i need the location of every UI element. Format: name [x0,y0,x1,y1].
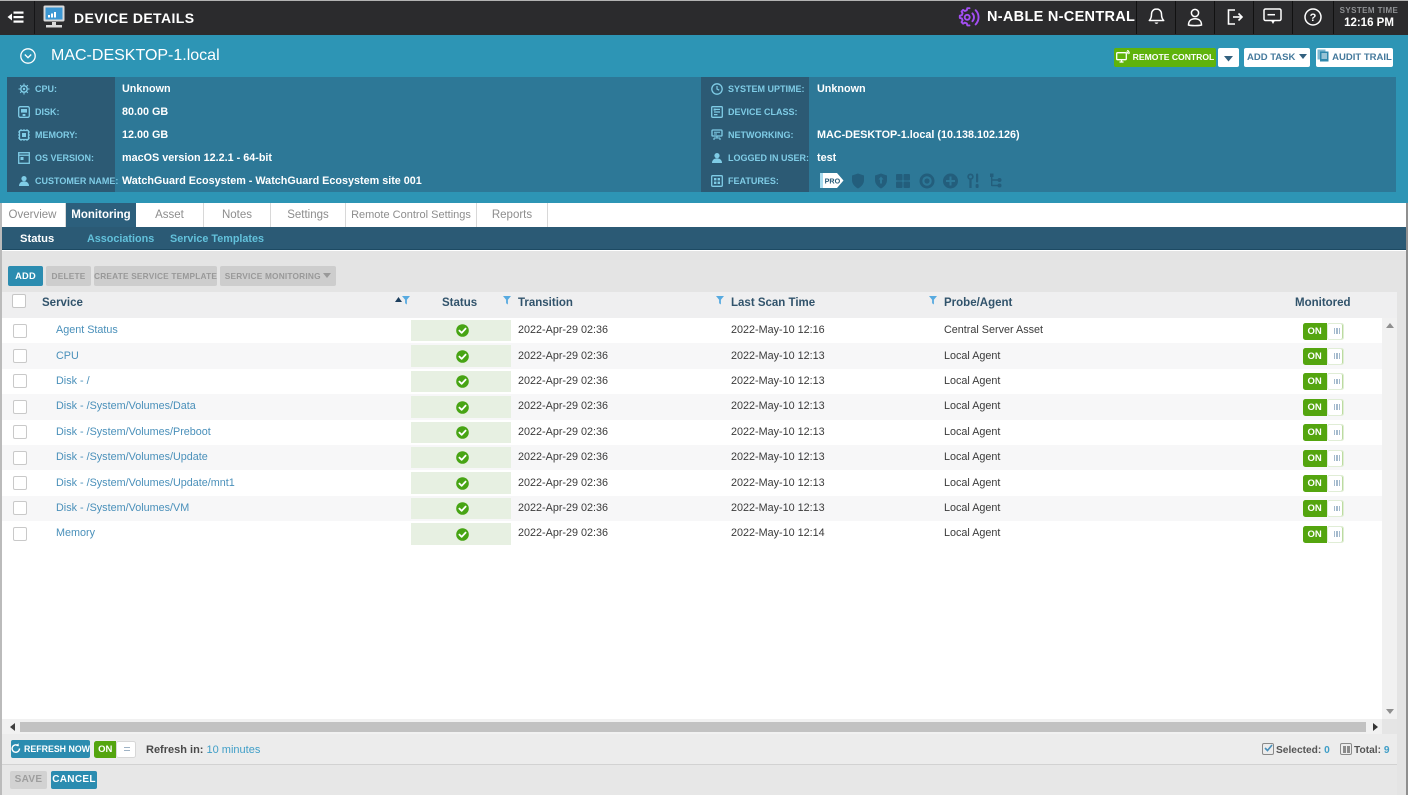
svg-text:?: ? [1310,12,1317,24]
svg-text:PRO: PRO [825,177,841,186]
